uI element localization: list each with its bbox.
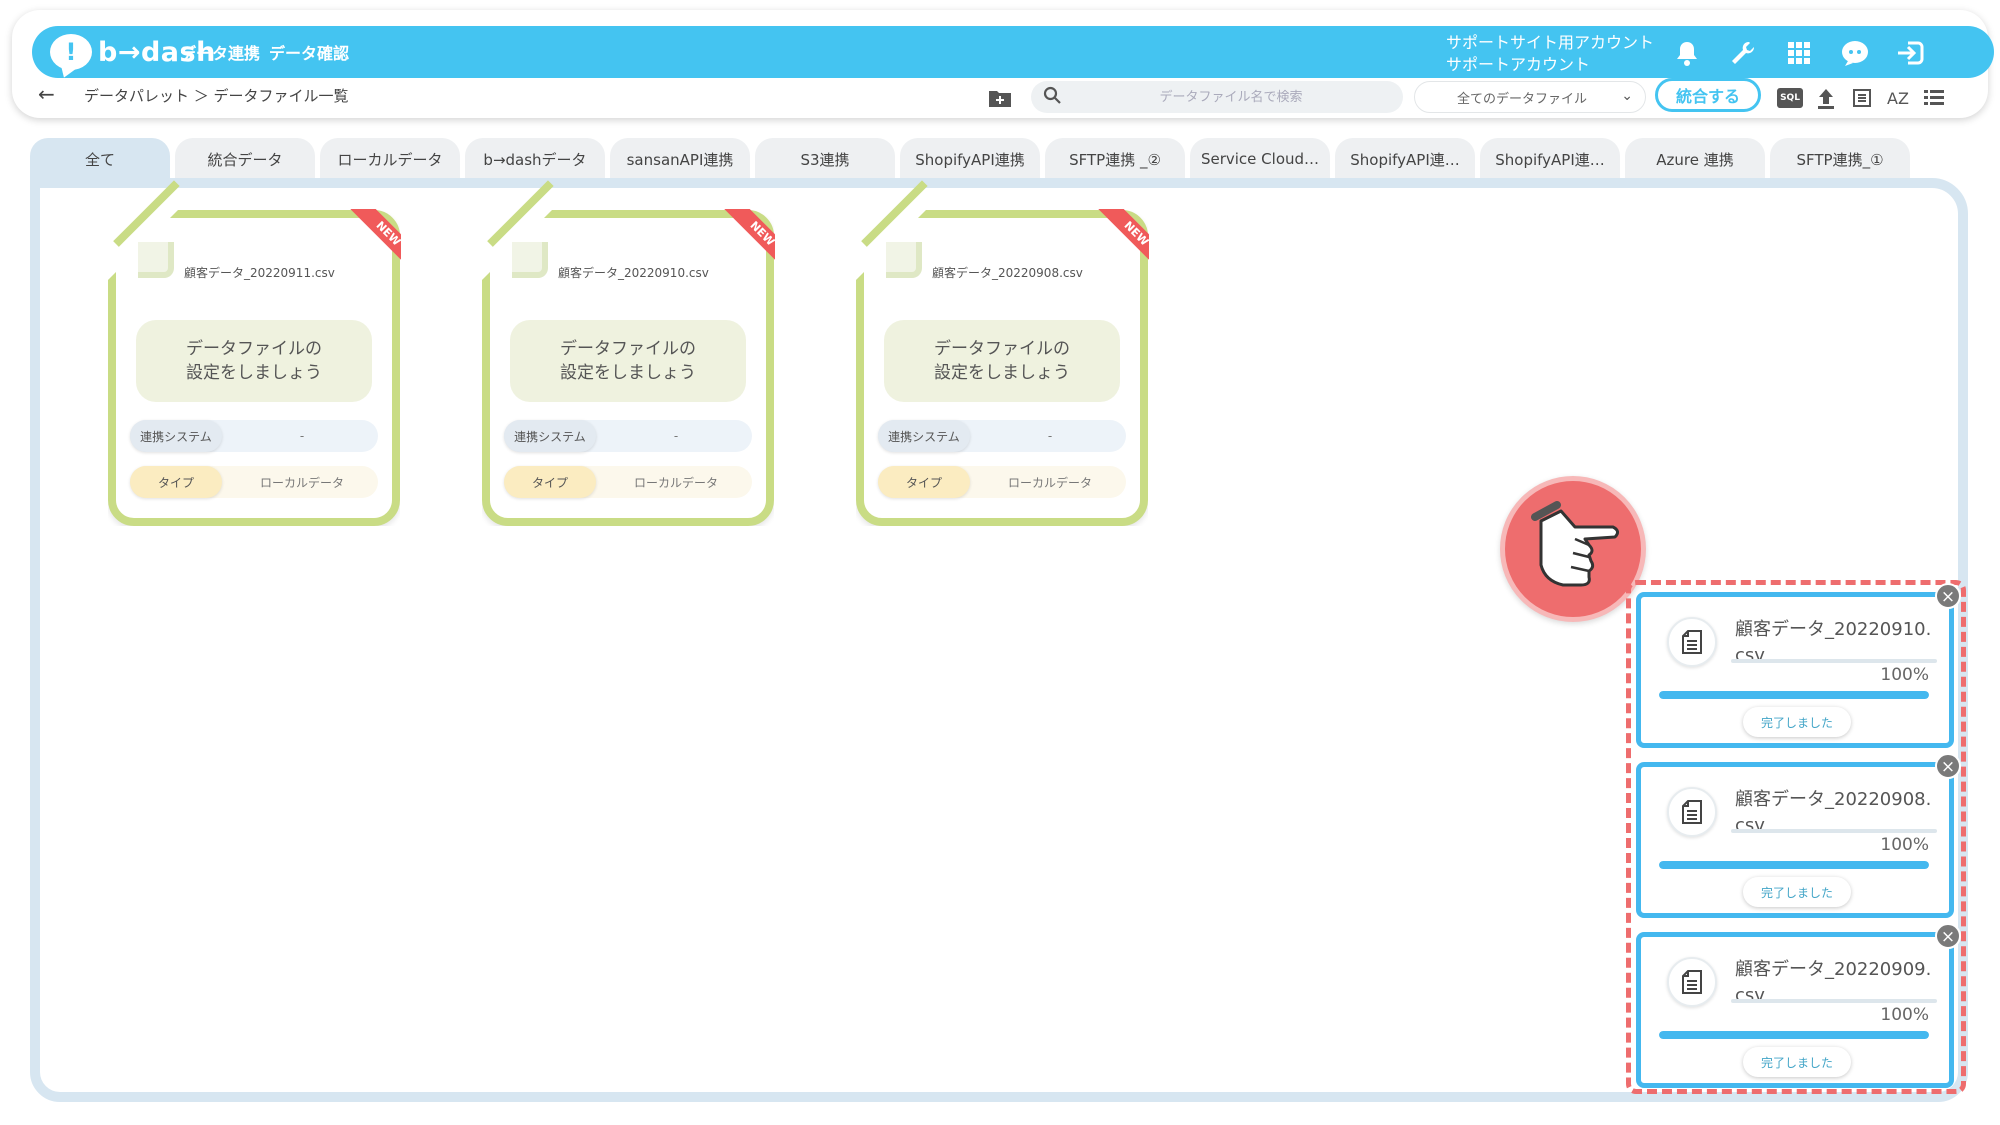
file-fold-icon xyxy=(138,242,174,278)
upload-progress-bar xyxy=(1659,691,1929,699)
search-input[interactable] xyxy=(1071,85,1391,109)
back-arrow-icon[interactable]: ← xyxy=(38,82,55,106)
upload-item: × 顧客データ_20220908.csv 100% 完了しました xyxy=(1636,753,1961,918)
tab-merged[interactable]: 統合データ xyxy=(175,138,315,180)
upload-progress-bar xyxy=(1659,1031,1929,1039)
upload-percent: 100% xyxy=(1880,1005,1929,1025)
card-type-row: タイプ ローカルデータ xyxy=(878,466,1126,498)
file-icon xyxy=(1667,787,1717,837)
tab-sansan[interactable]: sansanAPI連携 xyxy=(610,138,750,180)
tab-shopify-2[interactable]: ShopifyAPI連… xyxy=(1335,138,1475,180)
nav-data-check[interactable]: データ確認 xyxy=(269,40,349,64)
tab-shopify-3[interactable]: ShopifyAPI連… xyxy=(1480,138,1620,180)
sql-icon[interactable]: SQL xyxy=(1776,84,1804,112)
bell-icon[interactable] xyxy=(1672,38,1702,68)
close-icon[interactable]: × xyxy=(1935,923,1961,949)
merge-button[interactable]: 統合する xyxy=(1655,78,1761,112)
type-value: ローカルデータ xyxy=(1007,475,1092,490)
new-badge: NEW xyxy=(1085,209,1149,273)
logo-mark: ! xyxy=(50,34,92,70)
file-card[interactable]: NEW 顧客データ_20220911.csv データファイルの 設定をしましょう … xyxy=(108,180,401,526)
search-box xyxy=(1031,81,1403,113)
folder-add-icon[interactable] xyxy=(986,84,1014,112)
upload-item: × 顧客データ_20220909.csv 100% 完了しました xyxy=(1636,923,1961,1088)
top-bar: ! b→dash データ連携 データ確認 サポートサイト用アカウント サポートア… xyxy=(12,10,1994,118)
system-label: 連携システム xyxy=(130,420,222,452)
tab-azure[interactable]: Azure 連携 xyxy=(1625,138,1765,180)
menu-list-icon[interactable] xyxy=(1920,84,1948,112)
account-name: サポートサイト用アカウント xyxy=(1446,33,1655,52)
file-fold-icon xyxy=(512,242,548,278)
file-icon xyxy=(1667,957,1717,1007)
new-badge: NEW xyxy=(711,209,775,273)
file-card[interactable]: NEW 顧客データ_20220910.csv データファイルの 設定をしましょう … xyxy=(482,180,775,526)
card-system-row: 連携システム - xyxy=(130,420,378,452)
system-value: - xyxy=(1047,429,1053,443)
upload-percent: 100% xyxy=(1880,835,1929,855)
tab-s3[interactable]: S3連携 xyxy=(755,138,895,180)
chevron-down-icon: ⌄ xyxy=(1621,88,1633,104)
search-icon xyxy=(1043,86,1061,108)
tab-bdash[interactable]: b→dashデータ xyxy=(465,138,605,180)
close-icon[interactable]: × xyxy=(1935,753,1961,779)
support-chat-icon[interactable] xyxy=(1840,38,1870,68)
file-filter-select[interactable]: 全てのデータファイル ⌄ xyxy=(1414,81,1646,113)
close-icon[interactable]: × xyxy=(1935,583,1961,609)
card-type-row: タイプ ローカルデータ xyxy=(130,466,378,498)
nav-data-link[interactable]: データ連携 xyxy=(180,40,260,64)
card-file-name: 顧客データ_20220911.csv xyxy=(184,266,335,280)
name-underline xyxy=(1731,659,1937,663)
type-label: タイプ xyxy=(504,466,596,498)
upload-complete-button[interactable]: 完了しました xyxy=(1743,1047,1851,1077)
upload-item: × 顧客データ_20220910.csv 100% 完了しました xyxy=(1636,583,1961,748)
account-info[interactable]: サポートサイト用アカウント サポートアカウント xyxy=(1446,32,1654,76)
card-system-row: 連携システム - xyxy=(504,420,752,452)
file-card[interactable]: NEW 顧客データ_20220908.csv データファイルの 設定をしましょう … xyxy=(856,180,1149,526)
system-label: 連携システム xyxy=(878,420,970,452)
name-underline xyxy=(1731,829,1937,833)
file-fold-icon xyxy=(886,242,922,278)
card-file-name: 顧客データ_20220908.csv xyxy=(932,266,1083,280)
grid-icon[interactable] xyxy=(1784,38,1814,68)
account-user: サポートアカウント xyxy=(1446,55,1591,74)
list-view-icon[interactable] xyxy=(1848,84,1876,112)
header: ! b→dash データ連携 データ確認 サポートサイト用アカウント サポートア… xyxy=(32,26,1994,78)
logout-icon[interactable] xyxy=(1896,38,1926,68)
wrench-icon[interactable] xyxy=(1728,38,1758,68)
upload-complete-button[interactable]: 完了しました xyxy=(1743,707,1851,737)
type-label: タイプ xyxy=(130,466,222,498)
card-file-name: 顧客データ_20220910.csv xyxy=(558,266,709,280)
new-badge: NEW xyxy=(337,209,401,273)
tab-local[interactable]: ローカルデータ xyxy=(320,138,460,180)
tab-all[interactable]: 全て xyxy=(30,138,170,180)
card-type-row: タイプ ローカルデータ xyxy=(504,466,752,498)
file-icon xyxy=(1667,617,1717,667)
sort-az-icon[interactable]: AZ xyxy=(1884,84,1912,112)
tab-shopify[interactable]: ShopifyAPI連携 xyxy=(900,138,1040,180)
file-filter-value: 全てのデータファイル xyxy=(1457,91,1588,107)
type-label: タイプ xyxy=(878,466,970,498)
card-system-row: 連携システム - xyxy=(878,420,1126,452)
system-label: 連携システム xyxy=(504,420,596,452)
upload-progress-bar xyxy=(1659,861,1929,869)
upload-icon[interactable] xyxy=(1812,84,1840,112)
sub-toolbar: ← データパレット ＞ データファイル一覧 全てのデータファイル ⌄ 統合する … xyxy=(12,78,1988,118)
tab-sftp-2[interactable]: SFTP連携 _② xyxy=(1045,138,1185,180)
system-value: - xyxy=(299,429,305,443)
name-underline xyxy=(1731,999,1937,1003)
tab-service-cloud[interactable]: Service Cloud… xyxy=(1190,138,1330,180)
breadcrumb[interactable]: データパレット ＞ データファイル一覧 xyxy=(84,85,349,106)
tab-sftp-1[interactable]: SFTP連携_① xyxy=(1770,138,1910,180)
type-value: ローカルデータ xyxy=(259,475,344,490)
pointing-hand-icon xyxy=(1500,476,1646,622)
card-setup-button[interactable]: データファイルの 設定をしましょう xyxy=(884,320,1120,402)
upload-percent: 100% xyxy=(1880,665,1929,685)
system-value: - xyxy=(673,429,679,443)
upload-complete-button[interactable]: 完了しました xyxy=(1743,877,1851,907)
card-setup-button[interactable]: データファイルの 設定をしましょう xyxy=(510,320,746,402)
type-value: ローカルデータ xyxy=(633,475,718,490)
card-setup-button[interactable]: データファイルの 設定をしましょう xyxy=(136,320,372,402)
